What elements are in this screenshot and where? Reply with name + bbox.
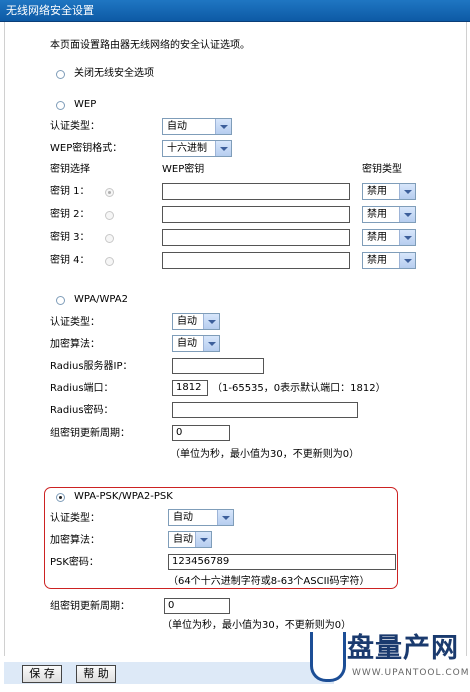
- wep-key-4-type-value: 禁用: [367, 255, 387, 266]
- watermark-u-logo: [310, 632, 346, 682]
- wep-key-1-type-value: 禁用: [367, 186, 387, 197]
- radius-ip-label: Radius服务器IP：: [50, 361, 133, 372]
- wep-key-2-type-select[interactable]: 禁用: [362, 206, 416, 223]
- wep-key-1-type-select[interactable]: 禁用: [362, 183, 416, 200]
- radius-port-hint: （1-65535，0表示默认端口：1812）: [212, 383, 386, 394]
- wep-key-1-input[interactable]: [162, 183, 350, 200]
- page-title-bar: 无线网络安全设置: [0, 0, 470, 22]
- wpa-psk-encryption-select[interactable]: 自动: [168, 531, 212, 548]
- wep-key-4-input[interactable]: [162, 252, 350, 269]
- wep-radio[interactable]: [56, 101, 65, 110]
- save-button[interactable]: 保 存: [22, 665, 62, 683]
- watermark-url: WWW.UPANTOOL.COM: [352, 668, 470, 678]
- psk-password-input[interactable]: 123456789: [168, 554, 396, 570]
- wpa-psk-group-key-label: 组密钥更新周期：: [50, 601, 130, 612]
- chevron-down-icon: [217, 510, 233, 525]
- chevron-down-icon: [215, 119, 231, 134]
- wep-key-2-label: 密钥 2：: [50, 209, 90, 220]
- wpa-psk-auth-type-label: 认证类型：: [50, 513, 100, 524]
- wpa-psk-group-key-hint: （单位为秒，最小值为30，不更新则为0）: [162, 620, 352, 631]
- radius-port-label: Radius端口：: [50, 383, 114, 394]
- radius-port-input[interactable]: 1812: [172, 380, 208, 396]
- wep-col-key: WEP密钥: [162, 164, 205, 175]
- wep-key-3-radio[interactable]: [105, 234, 114, 243]
- wpa-group-key-hint: （单位为秒，最小值为30，不更新则为0）: [170, 449, 360, 460]
- chevron-down-icon: [203, 336, 219, 351]
- wpa-auth-type-label: 认证类型：: [50, 317, 100, 328]
- chevron-down-icon: [399, 184, 415, 199]
- wep-key-2-type-value: 禁用: [367, 209, 387, 220]
- wep-key-format-label: WEP密钥格式：: [50, 143, 123, 154]
- wpa-psk-auth-type-select[interactable]: 自动: [168, 509, 234, 526]
- wpa-auth-type-select[interactable]: 自动: [172, 313, 220, 330]
- wep-col-key-select: 密钥选择: [50, 164, 90, 175]
- wpa-encryption-select[interactable]: 自动: [172, 335, 220, 352]
- wpa-auth-type-value: 自动: [177, 316, 197, 327]
- wpa-encryption-label: 加密算法：: [50, 339, 100, 350]
- wep-key-format-value: 十六进制: [167, 143, 207, 154]
- wpa-group-key-input[interactable]: 0: [172, 425, 230, 441]
- wep-key-2-input[interactable]: [162, 206, 350, 223]
- radius-ip-input[interactable]: [172, 358, 264, 374]
- page-title: 无线网络安全设置: [6, 4, 94, 17]
- wpa-psk-encryption-value: 自动: [173, 534, 193, 545]
- intro-text: 本页面设置路由器无线网络的安全认证选项。: [50, 40, 250, 51]
- wep-key-3-label: 密钥 3：: [50, 232, 90, 243]
- help-button[interactable]: 帮 助: [76, 665, 116, 683]
- wep-key-4-type-select[interactable]: 禁用: [362, 252, 416, 269]
- chevron-down-icon: [399, 207, 415, 222]
- wep-key-2-radio[interactable]: [105, 211, 114, 220]
- wep-key-1-label: 密钥 1：: [50, 186, 90, 197]
- chevron-down-icon: [203, 314, 219, 329]
- wpa-label: WPA/WPA2: [74, 294, 128, 305]
- wep-auth-type-select[interactable]: 自动: [162, 118, 232, 135]
- wep-key-4-label: 密钥 4：: [50, 255, 90, 266]
- wep-key-3-type-value: 禁用: [367, 232, 387, 243]
- wpa-psk-group-key-input[interactable]: 0: [164, 598, 230, 614]
- wep-key-3-input[interactable]: [162, 229, 350, 246]
- radius-password-input[interactable]: [172, 402, 358, 418]
- psk-password-label: PSK密码：: [50, 557, 99, 568]
- wep-key-4-radio[interactable]: [105, 257, 114, 266]
- wpa-group-key-label: 组密钥更新周期：: [50, 428, 130, 439]
- wep-key-1-radio[interactable]: [105, 188, 114, 197]
- chevron-down-icon: [215, 141, 231, 156]
- wpa-psk-encryption-label: 加密算法：: [50, 535, 100, 546]
- wpa-encryption-value: 自动: [177, 338, 197, 349]
- wpa-psk-radio[interactable]: [56, 493, 65, 502]
- wep-auth-type-label: 认证类型：: [50, 121, 100, 132]
- psk-password-hint: （64个十六进制字符或8-63个ASCII码字符）: [168, 576, 370, 587]
- chevron-down-icon: [195, 532, 211, 547]
- wep-col-key-type: 密钥类型: [362, 164, 402, 175]
- wpa-psk-auth-type-value: 自动: [173, 512, 193, 523]
- security-off-radio[interactable]: [56, 70, 65, 79]
- security-off-label: 关闭无线安全选项: [74, 68, 154, 79]
- wpa-radio[interactable]: [56, 296, 65, 305]
- radius-password-label: Radius密码：: [50, 405, 114, 416]
- wep-key-3-type-select[interactable]: 禁用: [362, 229, 416, 246]
- chevron-down-icon: [399, 253, 415, 268]
- wep-key-format-select[interactable]: 十六进制: [162, 140, 232, 157]
- wpa-psk-label: WPA-PSK/WPA2-PSK: [74, 491, 173, 502]
- chevron-down-icon: [399, 230, 415, 245]
- watermark-brand: 盘量产网: [347, 633, 459, 664]
- wep-auth-type-value: 自动: [167, 121, 187, 132]
- wep-label: WEP: [74, 99, 97, 110]
